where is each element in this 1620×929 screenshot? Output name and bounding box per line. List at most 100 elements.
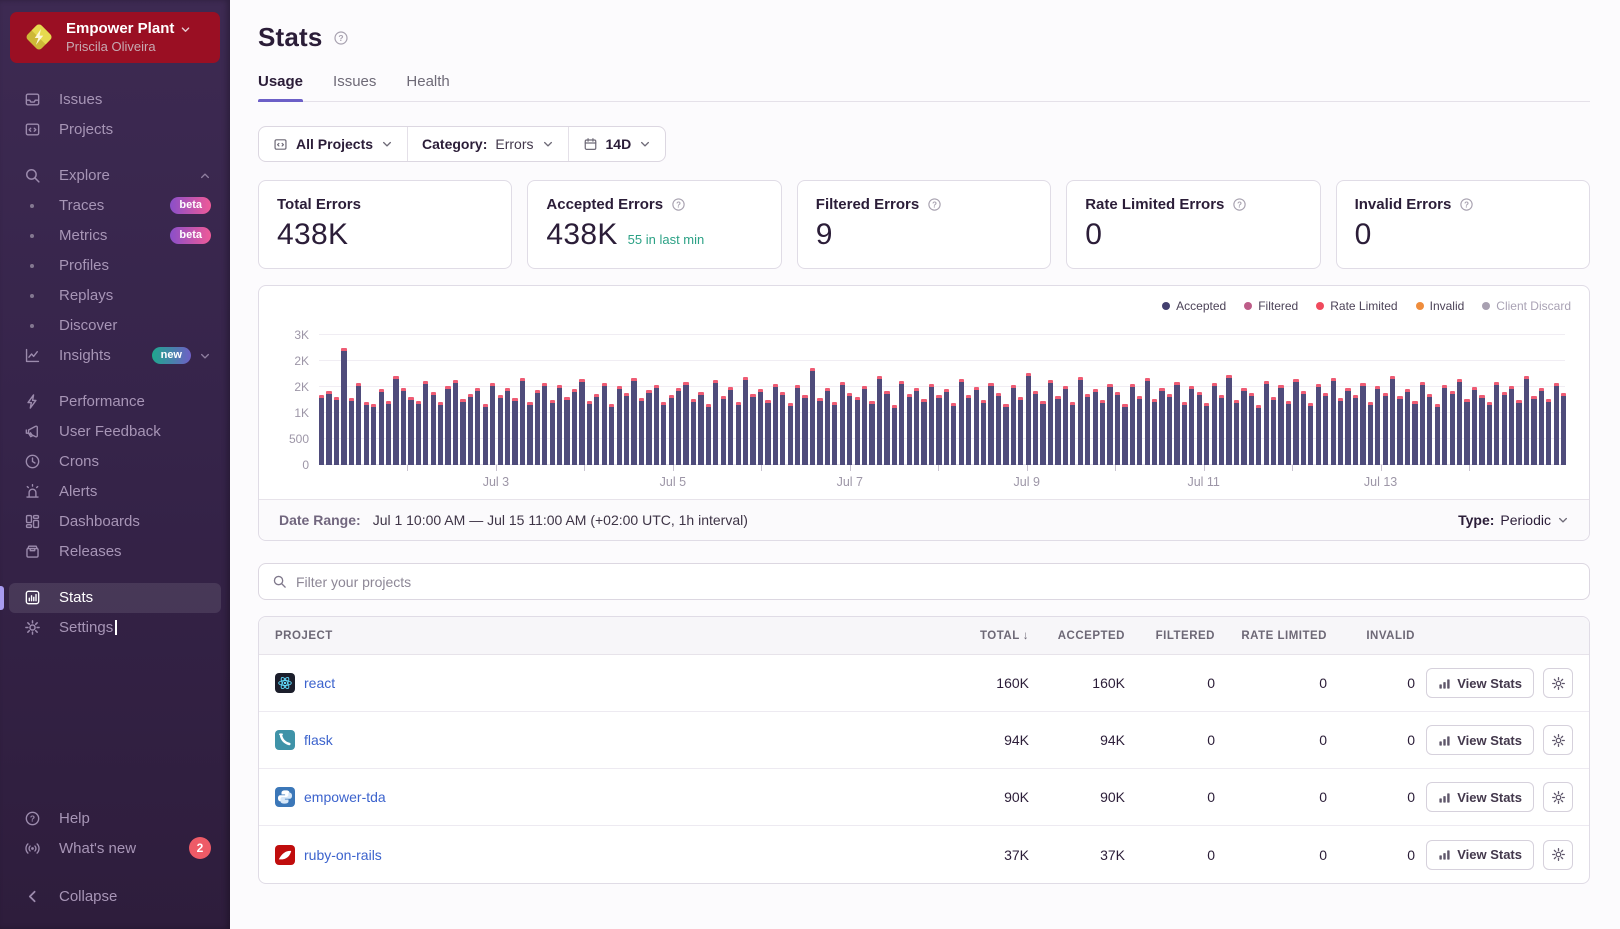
project-link[interactable]: ruby-on-rails xyxy=(304,847,382,863)
date-range-filter[interactable]: 14D xyxy=(568,127,666,161)
column-header-total[interactable]: TOTAL↓ xyxy=(937,630,1029,642)
project-search-input[interactable] xyxy=(296,574,1576,590)
chart-bar xyxy=(988,383,993,465)
chart-bar xyxy=(349,398,354,465)
sidebar-item-projects[interactable]: Projects xyxy=(9,115,221,145)
legend-item-accepted[interactable]: Accepted xyxy=(1162,299,1226,313)
sidebar-item-discover[interactable]: Discover xyxy=(9,311,221,341)
chart-bar xyxy=(1427,394,1432,465)
chart-bar xyxy=(1130,384,1135,465)
sidebar-item-releases[interactable]: Releases xyxy=(9,537,221,567)
chart-bar xyxy=(981,400,986,465)
chart-bar xyxy=(847,393,852,465)
project-settings-button[interactable] xyxy=(1543,668,1573,698)
project-link[interactable]: empower-tda xyxy=(304,789,386,805)
chart-bar xyxy=(520,378,525,465)
sidebar-item-replays[interactable]: Replays xyxy=(9,281,221,311)
x-axis-tick xyxy=(407,465,408,471)
project-link[interactable]: react xyxy=(304,675,335,691)
sidebar-item-settings[interactable]: Settings xyxy=(9,613,221,643)
org-switcher[interactable]: Empower Plant Priscila Oliveira xyxy=(10,12,220,63)
chart-bar xyxy=(1189,386,1194,465)
project-settings-button[interactable] xyxy=(1543,840,1573,870)
column-header-rate-limited[interactable]: RATE LIMITED xyxy=(1215,630,1327,642)
category-filter[interactable]: Category: Errors xyxy=(407,127,567,161)
legend-item-invalid[interactable]: Invalid xyxy=(1416,299,1465,313)
date-range-text: Jul 1 10:00 AM — Jul 15 11:00 AM (+02:00… xyxy=(373,512,748,528)
legend-item-client-discard[interactable]: Client Discard xyxy=(1482,299,1571,313)
chart-bar xyxy=(1494,382,1499,465)
sidebar-item-traces[interactable]: Tracesbeta xyxy=(9,191,221,221)
sidebar-item-user-feedback[interactable]: User Feedback xyxy=(9,417,221,447)
chart-bar xyxy=(1509,386,1514,465)
x-axis-tick xyxy=(496,465,497,471)
chart-bar xyxy=(393,376,398,465)
table-row: empower-tda 90K90K000 View Stats xyxy=(259,769,1589,826)
gear-icon xyxy=(1551,847,1566,862)
card-help-icon[interactable]: ? xyxy=(671,197,686,212)
chart-bar xyxy=(1011,385,1016,465)
tab-usage[interactable]: Usage xyxy=(258,73,303,101)
table-cell: 0 xyxy=(1215,789,1327,805)
chart-bar xyxy=(468,394,473,465)
sidebar-item-dashboards[interactable]: Dashboards xyxy=(9,507,221,537)
legend-item-filtered[interactable]: Filtered xyxy=(1244,299,1298,313)
chart-bar xyxy=(1323,393,1328,465)
table-row: ruby-on-rails 37K37K000 View Stats xyxy=(259,826,1589,883)
column-header-project[interactable]: PROJECT xyxy=(275,630,937,642)
card-help-icon[interactable]: ? xyxy=(1232,197,1247,212)
view-stats-button[interactable]: View Stats xyxy=(1426,782,1534,812)
chart-bar xyxy=(780,392,785,465)
sidebar-item-label: Alerts xyxy=(59,483,97,500)
sidebar-item-insights[interactable]: Insightsnew xyxy=(9,341,221,371)
project-settings-button[interactable] xyxy=(1543,782,1573,812)
chart-bar xyxy=(1026,373,1031,465)
chart-bar xyxy=(1137,396,1142,465)
sidebar-item-metrics[interactable]: Metricsbeta xyxy=(9,221,221,251)
column-header-invalid[interactable]: INVALID xyxy=(1327,630,1415,642)
sidebar-item-collapse[interactable]: Collapse xyxy=(9,881,221,911)
chart-bar xyxy=(832,402,837,465)
sidebar-item-stats[interactable]: Stats xyxy=(9,583,221,613)
project-settings-button[interactable] xyxy=(1543,725,1573,755)
sidebar-item-help[interactable]: ?Help xyxy=(9,803,221,833)
legend-item-rate-limited[interactable]: Rate Limited xyxy=(1316,299,1397,313)
sidebar-item-performance[interactable]: Performance xyxy=(9,387,221,417)
chart-bar xyxy=(1152,399,1157,465)
page-help-icon[interactable]: ? xyxy=(333,30,349,46)
chart-bar xyxy=(1397,396,1402,465)
sidebar-item-alerts[interactable]: Alerts xyxy=(9,477,221,507)
card-help-icon[interactable]: ? xyxy=(1459,197,1474,212)
usage-chart[interactable]: 05001K2K2K3K xyxy=(319,325,1565,465)
sidebar-item-profiles[interactable]: Profiles xyxy=(9,251,221,281)
column-header-accepted[interactable]: ACCEPTED xyxy=(1029,630,1125,642)
chevron-down-icon xyxy=(639,138,651,150)
sidebar-item-issues[interactable]: Issues xyxy=(9,85,221,115)
project-filter[interactable]: All Projects xyxy=(259,127,407,161)
insights-badge: new xyxy=(152,347,191,364)
chart-bar xyxy=(431,392,436,465)
y-axis-label: 2K xyxy=(294,354,309,368)
chart-bar xyxy=(1487,402,1492,465)
view-stats-button[interactable]: View Stats xyxy=(1426,725,1534,755)
chart-bar xyxy=(483,404,488,465)
chart-bar xyxy=(594,394,599,465)
sidebar-item-crons[interactable]: Crons xyxy=(9,447,221,477)
chart-type-select[interactable]: Type: Periodic xyxy=(1458,512,1569,528)
project-link[interactable]: flask xyxy=(304,732,333,748)
x-axis-tick xyxy=(1469,465,1470,471)
chart-bar xyxy=(929,384,934,465)
tab-issues[interactable]: Issues xyxy=(333,73,376,101)
sidebar-item-what-s-new[interactable]: What's new2 xyxy=(9,833,221,863)
view-stats-button[interactable]: View Stats xyxy=(1426,668,1534,698)
card-help-icon[interactable]: ? xyxy=(927,197,942,212)
clock-icon xyxy=(22,453,42,470)
tab-health[interactable]: Health xyxy=(406,73,449,101)
chart-bar xyxy=(676,388,681,465)
view-stats-button[interactable]: View Stats xyxy=(1426,840,1534,870)
svg-text:?: ? xyxy=(29,813,34,823)
sidebar-item-explore[interactable]: Explore xyxy=(9,161,221,191)
chart-bar xyxy=(602,383,607,465)
column-header-filtered[interactable]: FILTERED xyxy=(1125,630,1215,642)
chart-bar xyxy=(498,395,503,465)
